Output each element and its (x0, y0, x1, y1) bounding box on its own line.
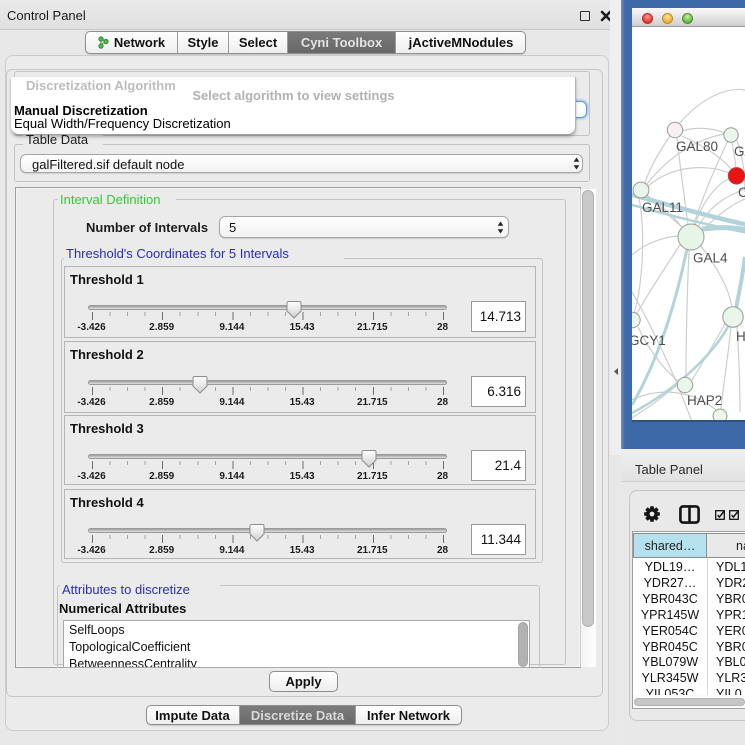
svg-text:HAP2: HAP2 (687, 393, 722, 408)
svg-text:GA: GA (734, 144, 745, 159)
svg-text:GAL11: GAL11 (642, 200, 683, 215)
svg-text:GCY1: GCY1 (632, 333, 666, 348)
svg-text:GAL4: GAL4 (693, 251, 728, 266)
svg-text:GAL80: GAL80 (676, 139, 718, 154)
svg-text:H: H (736, 329, 745, 344)
svg-text:C: C (738, 185, 745, 200)
